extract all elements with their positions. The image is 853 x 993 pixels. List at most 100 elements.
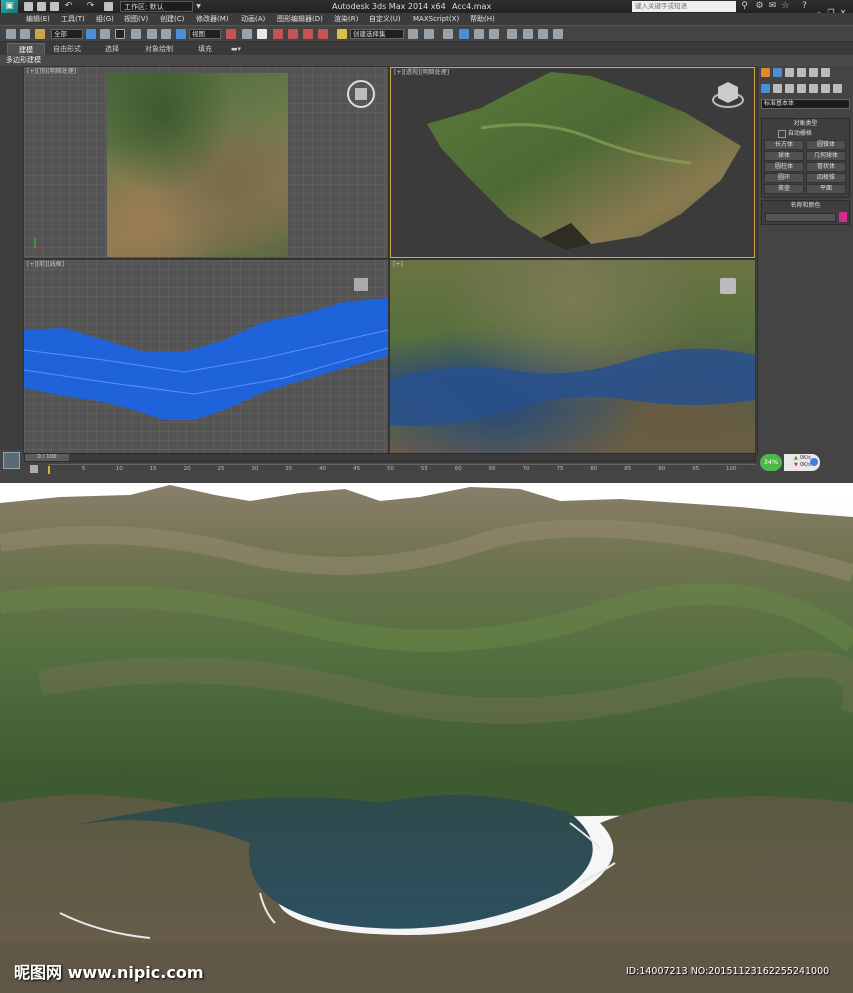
accelerator-icon[interactable] — [810, 458, 818, 466]
viewcube-icon[interactable] — [711, 78, 745, 112]
pivot-center-icon[interactable] — [226, 29, 236, 39]
viewport-layout-icon[interactable] — [3, 452, 20, 469]
menu-customize[interactable]: 自定义(U) — [369, 13, 401, 25]
move-icon[interactable] — [147, 29, 157, 39]
menu-graph-editors[interactable]: 图形编辑器(D) — [277, 13, 323, 25]
object-color-swatch[interactable] — [839, 212, 847, 222]
sphere-button[interactable]: 球体 — [764, 151, 804, 161]
tab-modeling[interactable]: 建模 — [7, 43, 45, 55]
window-crossing-icon[interactable] — [131, 29, 141, 39]
viewport-top-label[interactable]: [+][顶][明暗处理] — [27, 68, 76, 76]
communication-icon[interactable]: ✉ — [768, 2, 777, 11]
create-tab-icon[interactable] — [761, 68, 770, 77]
unlink-icon[interactable] — [20, 29, 30, 39]
object-name-field[interactable] — [765, 213, 836, 222]
cylinder-button[interactable]: 圆柱体 — [764, 162, 804, 172]
viewport-camera[interactable]: [+] — [390, 260, 755, 454]
selection-filter-dropdown[interactable]: 全部 — [51, 29, 83, 39]
viewport-front[interactable]: [+][前][线框] — [24, 260, 388, 454]
time-slider-thumb[interactable]: 0 / 100 — [25, 454, 69, 461]
favorites-icon[interactable]: ☆ — [781, 2, 790, 11]
plane-button[interactable]: 平面 — [806, 184, 846, 194]
viewport-front-label[interactable]: [+][前][线框] — [27, 261, 64, 269]
spinner-snap-icon[interactable] — [318, 29, 328, 39]
box-button[interactable]: 长方体 — [764, 140, 804, 150]
align-icon[interactable] — [424, 29, 434, 39]
time-slider[interactable]: 0 / 100 — [24, 453, 756, 462]
render-setup-icon[interactable] — [523, 29, 533, 39]
keyboard-shortcut-icon[interactable] — [257, 29, 267, 39]
scale-icon[interactable] — [176, 29, 186, 39]
binoculars-icon[interactable]: ⚲ — [740, 2, 749, 11]
rectangular-selection-icon[interactable] — [115, 29, 125, 39]
pyramid-button[interactable]: 四棱锥 — [806, 173, 846, 183]
reference-coord-dropdown[interactable]: 视图 — [189, 29, 221, 39]
menu-create[interactable]: 创建(C) — [160, 13, 184, 25]
menu-tools[interactable]: 工具(T) — [61, 13, 85, 25]
new-file-icon[interactable] — [24, 2, 33, 11]
project-folder-icon[interactable] — [104, 2, 113, 11]
undo-icon[interactable]: ↶ — [64, 2, 73, 11]
modify-tab-icon[interactable] — [773, 68, 782, 77]
tab-object-paint[interactable]: 对象绘制 — [137, 43, 181, 55]
name-color-title[interactable]: 名称和颜色 — [762, 201, 849, 211]
object-type-title[interactable]: 对象类型 — [762, 119, 849, 129]
rendered-frame-icon[interactable] — [538, 29, 548, 39]
graphite-ribbon-icon[interactable] — [459, 29, 469, 39]
select-manipulate-icon[interactable] — [242, 29, 252, 39]
category-dropdown[interactable]: 标准基本体 — [761, 99, 850, 109]
bind-space-warp-icon[interactable] — [35, 29, 45, 39]
viewport-camera-label[interactable]: [+] — [393, 261, 403, 269]
geosphere-button[interactable]: 几何球体 — [806, 151, 846, 161]
menu-group[interactable]: 组(G) — [96, 13, 114, 25]
track-bar[interactable]: 5 10 15 20 25 30 35 40 45 50 55 60 65 70 75 80 85 90 95 100 — [48, 464, 756, 476]
tab-freeform[interactable]: 自由形式 — [47, 43, 87, 55]
viewcube-icon[interactable] — [346, 79, 376, 109]
shapes-icon[interactable] — [773, 84, 782, 93]
tab-populate[interactable]: 填充 — [191, 43, 219, 55]
redo-icon[interactable]: ↷ — [86, 2, 95, 11]
lights-icon[interactable] — [785, 84, 794, 93]
select-object-icon[interactable] — [86, 29, 96, 39]
material-editor-icon[interactable] — [507, 29, 517, 39]
edit-named-selection-icon[interactable] — [337, 29, 347, 39]
render-teapot-icon[interactable] — [553, 29, 563, 39]
menu-modifiers[interactable]: 修改器(M) — [196, 13, 229, 25]
layer-explorer-icon[interactable] — [443, 29, 453, 39]
help-icon[interactable]: ? — [800, 2, 809, 11]
menu-rendering[interactable]: 渲染(R) — [334, 13, 358, 25]
menu-edit[interactable]: 编辑(E) — [26, 13, 50, 25]
geometry-icon[interactable] — [761, 84, 770, 93]
display-tab-icon[interactable] — [809, 68, 818, 77]
menu-animation[interactable]: 动画(A) — [241, 13, 265, 25]
motion-tab-icon[interactable] — [797, 68, 806, 77]
key-filter-icon[interactable] — [30, 465, 38, 473]
curve-editor-icon[interactable] — [474, 29, 484, 39]
autogrid-checkbox[interactable]: 自动栅格 — [778, 129, 812, 138]
angle-snap-icon[interactable] — [288, 29, 298, 39]
viewcube-icon[interactable] — [720, 278, 736, 294]
helpers-icon[interactable] — [809, 84, 818, 93]
menu-help[interactable]: 帮助(H) — [470, 13, 495, 25]
schematic-view-icon[interactable] — [489, 29, 499, 39]
save-file-icon[interactable] — [50, 2, 59, 11]
app-logo-icon[interactable]: ▣ — [1, 0, 18, 13]
utilities-tab-icon[interactable] — [821, 68, 830, 77]
menu-views[interactable]: 视图(V) — [124, 13, 148, 25]
viewport-top[interactable]: [+][顶][明暗处理] — [24, 67, 388, 258]
chevron-down-icon[interactable]: ▼ — [194, 2, 203, 11]
systems-icon[interactable] — [833, 84, 842, 93]
viewcube-icon[interactable] — [354, 278, 368, 291]
rotate-icon[interactable] — [161, 29, 171, 39]
torus-button[interactable]: 圆环 — [764, 173, 804, 183]
select-by-name-icon[interactable] — [100, 29, 110, 39]
cameras-icon[interactable] — [797, 84, 806, 93]
menu-maxscript[interactable]: MAXScript(X) — [413, 13, 459, 25]
tab-selection[interactable]: 选择 — [95, 43, 129, 55]
hierarchy-tab-icon[interactable] — [785, 68, 794, 77]
ribbon-panel-label[interactable]: 多边形建模 — [0, 55, 853, 66]
named-selection-dropdown[interactable]: 创建选择集 — [350, 29, 404, 39]
ribbon-options-icon[interactable]: ▬▾ — [228, 43, 244, 55]
spacewarps-icon[interactable] — [821, 84, 830, 93]
mirror-icon[interactable] — [408, 29, 418, 39]
